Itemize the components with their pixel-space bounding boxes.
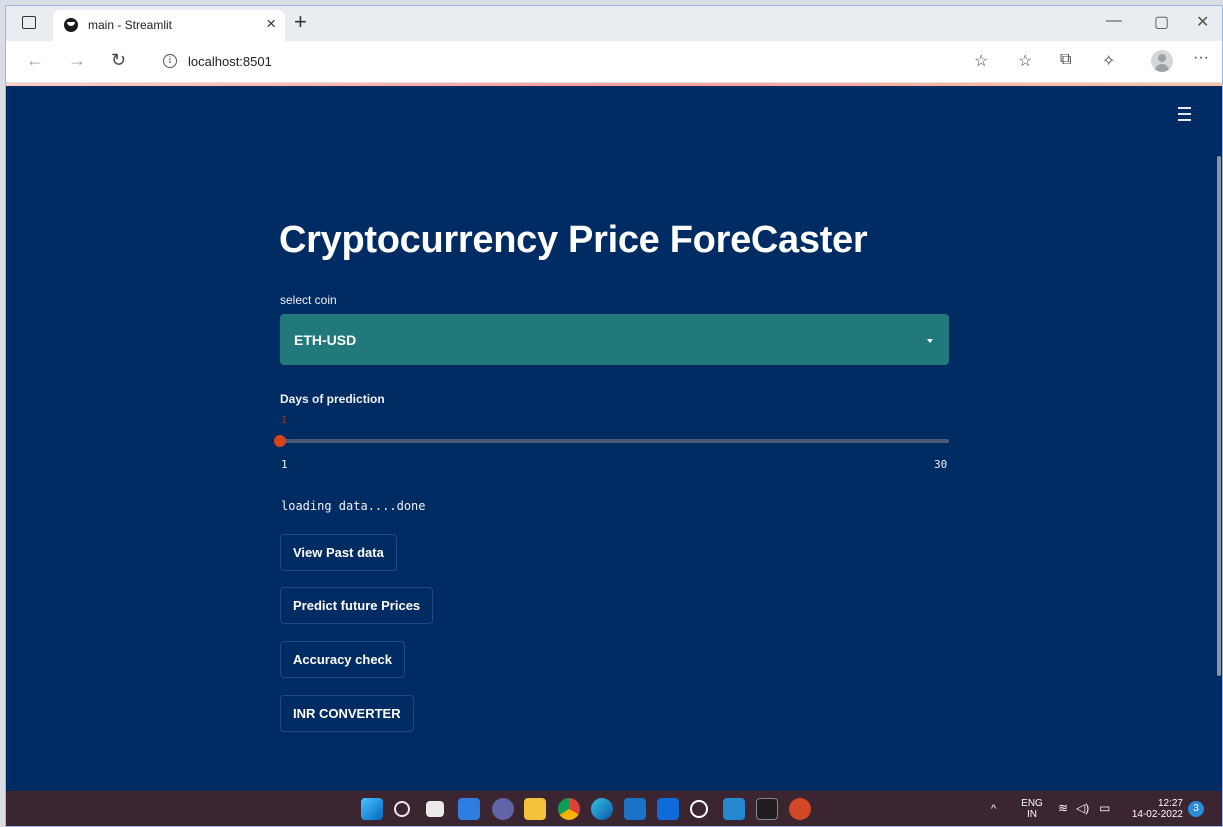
browser-tab[interactable]: main - Streamlit × (53, 10, 285, 41)
tab-actions-icon[interactable] (22, 16, 36, 29)
page-title: Cryptocurrency Price ForeCaster (279, 219, 868, 261)
slider-current-value: 1 (281, 415, 288, 426)
region-code: IN (1027, 809, 1037, 820)
file-explorer-icon[interactable] (524, 798, 546, 820)
clock[interactable]: 12:27 14-02-2022 (1121, 798, 1183, 820)
wifi-icon[interactable]: ≋ (1058, 802, 1068, 814)
add-favorite-icon[interactable]: ☆ (974, 51, 988, 71)
edge-icon[interactable] (591, 798, 613, 820)
language-code: ENG (1021, 798, 1043, 809)
task-view-icon[interactable] (426, 801, 444, 817)
slider-min-label: 1 (281, 458, 288, 471)
scrollbar[interactable] (1217, 156, 1221, 676)
slider-thumb[interactable] (274, 435, 286, 447)
search-icon[interactable] (394, 801, 410, 817)
accuracy-check-button[interactable]: Accuracy check (280, 641, 406, 678)
terminal-icon[interactable] (756, 798, 778, 820)
start-icon[interactable] (361, 798, 383, 820)
tab-title: main - Streamlit (88, 18, 173, 32)
inr-converter-button[interactable]: INR CONVERTER (280, 695, 414, 732)
language-indicator[interactable]: ENG IN (1019, 798, 1045, 820)
slider-label: Days of prediction (280, 392, 385, 406)
tab-strip: main - Streamlit × + — ▢ ✕ (6, 6, 1222, 41)
address-bar[interactable]: localhost:8501 (188, 54, 272, 69)
maximize-button[interactable]: ▢ (1154, 12, 1169, 32)
notification-badge[interactable]: 3 (1188, 801, 1204, 817)
streamlit-app: Cryptocurrency Price ForeCaster select c… (6, 86, 1222, 791)
favorites-icon[interactable]: ☆ (1018, 51, 1032, 71)
more-menu-icon[interactable]: ··· (1193, 49, 1209, 67)
profile-avatar[interactable] (1151, 50, 1173, 72)
back-arrow-icon[interactable]: ← (26, 50, 44, 70)
forward-arrow-icon[interactable]: → (68, 50, 86, 70)
hamburger-menu-icon[interactable] (1178, 107, 1191, 125)
volume-icon[interactable]: ◁) (1076, 802, 1089, 814)
taskbar: ^ ENG IN ≋ ◁) ▭ 12:27 14-02-2022 3 (6, 791, 1222, 826)
site-info-icon[interactable]: i (163, 54, 177, 68)
tab-close-icon[interactable]: × (266, 15, 276, 33)
tray-chevron-icon[interactable]: ^ (991, 804, 996, 815)
refresh-icon[interactable]: ↻ (111, 50, 126, 70)
clock-date: 14-02-2022 (1131, 809, 1183, 820)
slider-track[interactable] (280, 439, 949, 443)
predict-future-prices-button[interactable]: Predict future Prices (280, 587, 434, 624)
browser-toolbar: ← → ↻ i localhost:8501 ☆ ☆ ⧉ ✧ ··· (6, 41, 1222, 83)
slider-max-label: 30 (934, 458, 948, 471)
github-icon[interactable] (690, 800, 708, 818)
battery-icon[interactable]: ▭ (1099, 802, 1110, 814)
chevron-down-icon (927, 339, 933, 343)
widgets-icon[interactable] (458, 798, 480, 820)
streamlit-favicon-icon (64, 18, 78, 32)
view-past-data-button[interactable]: View Past data (280, 534, 397, 571)
collections-icon[interactable]: ⧉ (1060, 51, 1071, 69)
chat-icon[interactable] (492, 798, 514, 820)
dropbox-icon[interactable] (657, 798, 679, 820)
status-text: loading data....done (281, 499, 426, 513)
vscode-icon[interactable] (723, 798, 745, 820)
clock-time: 12:27 (1157, 798, 1183, 809)
mail-icon[interactable] (624, 798, 646, 820)
extensions-icon[interactable]: ✧ (1102, 51, 1115, 71)
coin-select[interactable]: ETH-USD (280, 314, 949, 365)
chrome-icon[interactable] (558, 798, 580, 820)
browser-window: main - Streamlit × + — ▢ ✕ ← → ↻ i local… (5, 5, 1223, 827)
minimize-button[interactable]: — (1106, 12, 1122, 30)
new-tab-button[interactable]: + (294, 10, 307, 34)
select-coin-label: select coin (280, 293, 337, 307)
window-close-button[interactable]: ✕ (1196, 12, 1209, 32)
selected-coin-value: ETH-USD (294, 332, 357, 348)
powerpoint-icon[interactable] (789, 798, 811, 820)
